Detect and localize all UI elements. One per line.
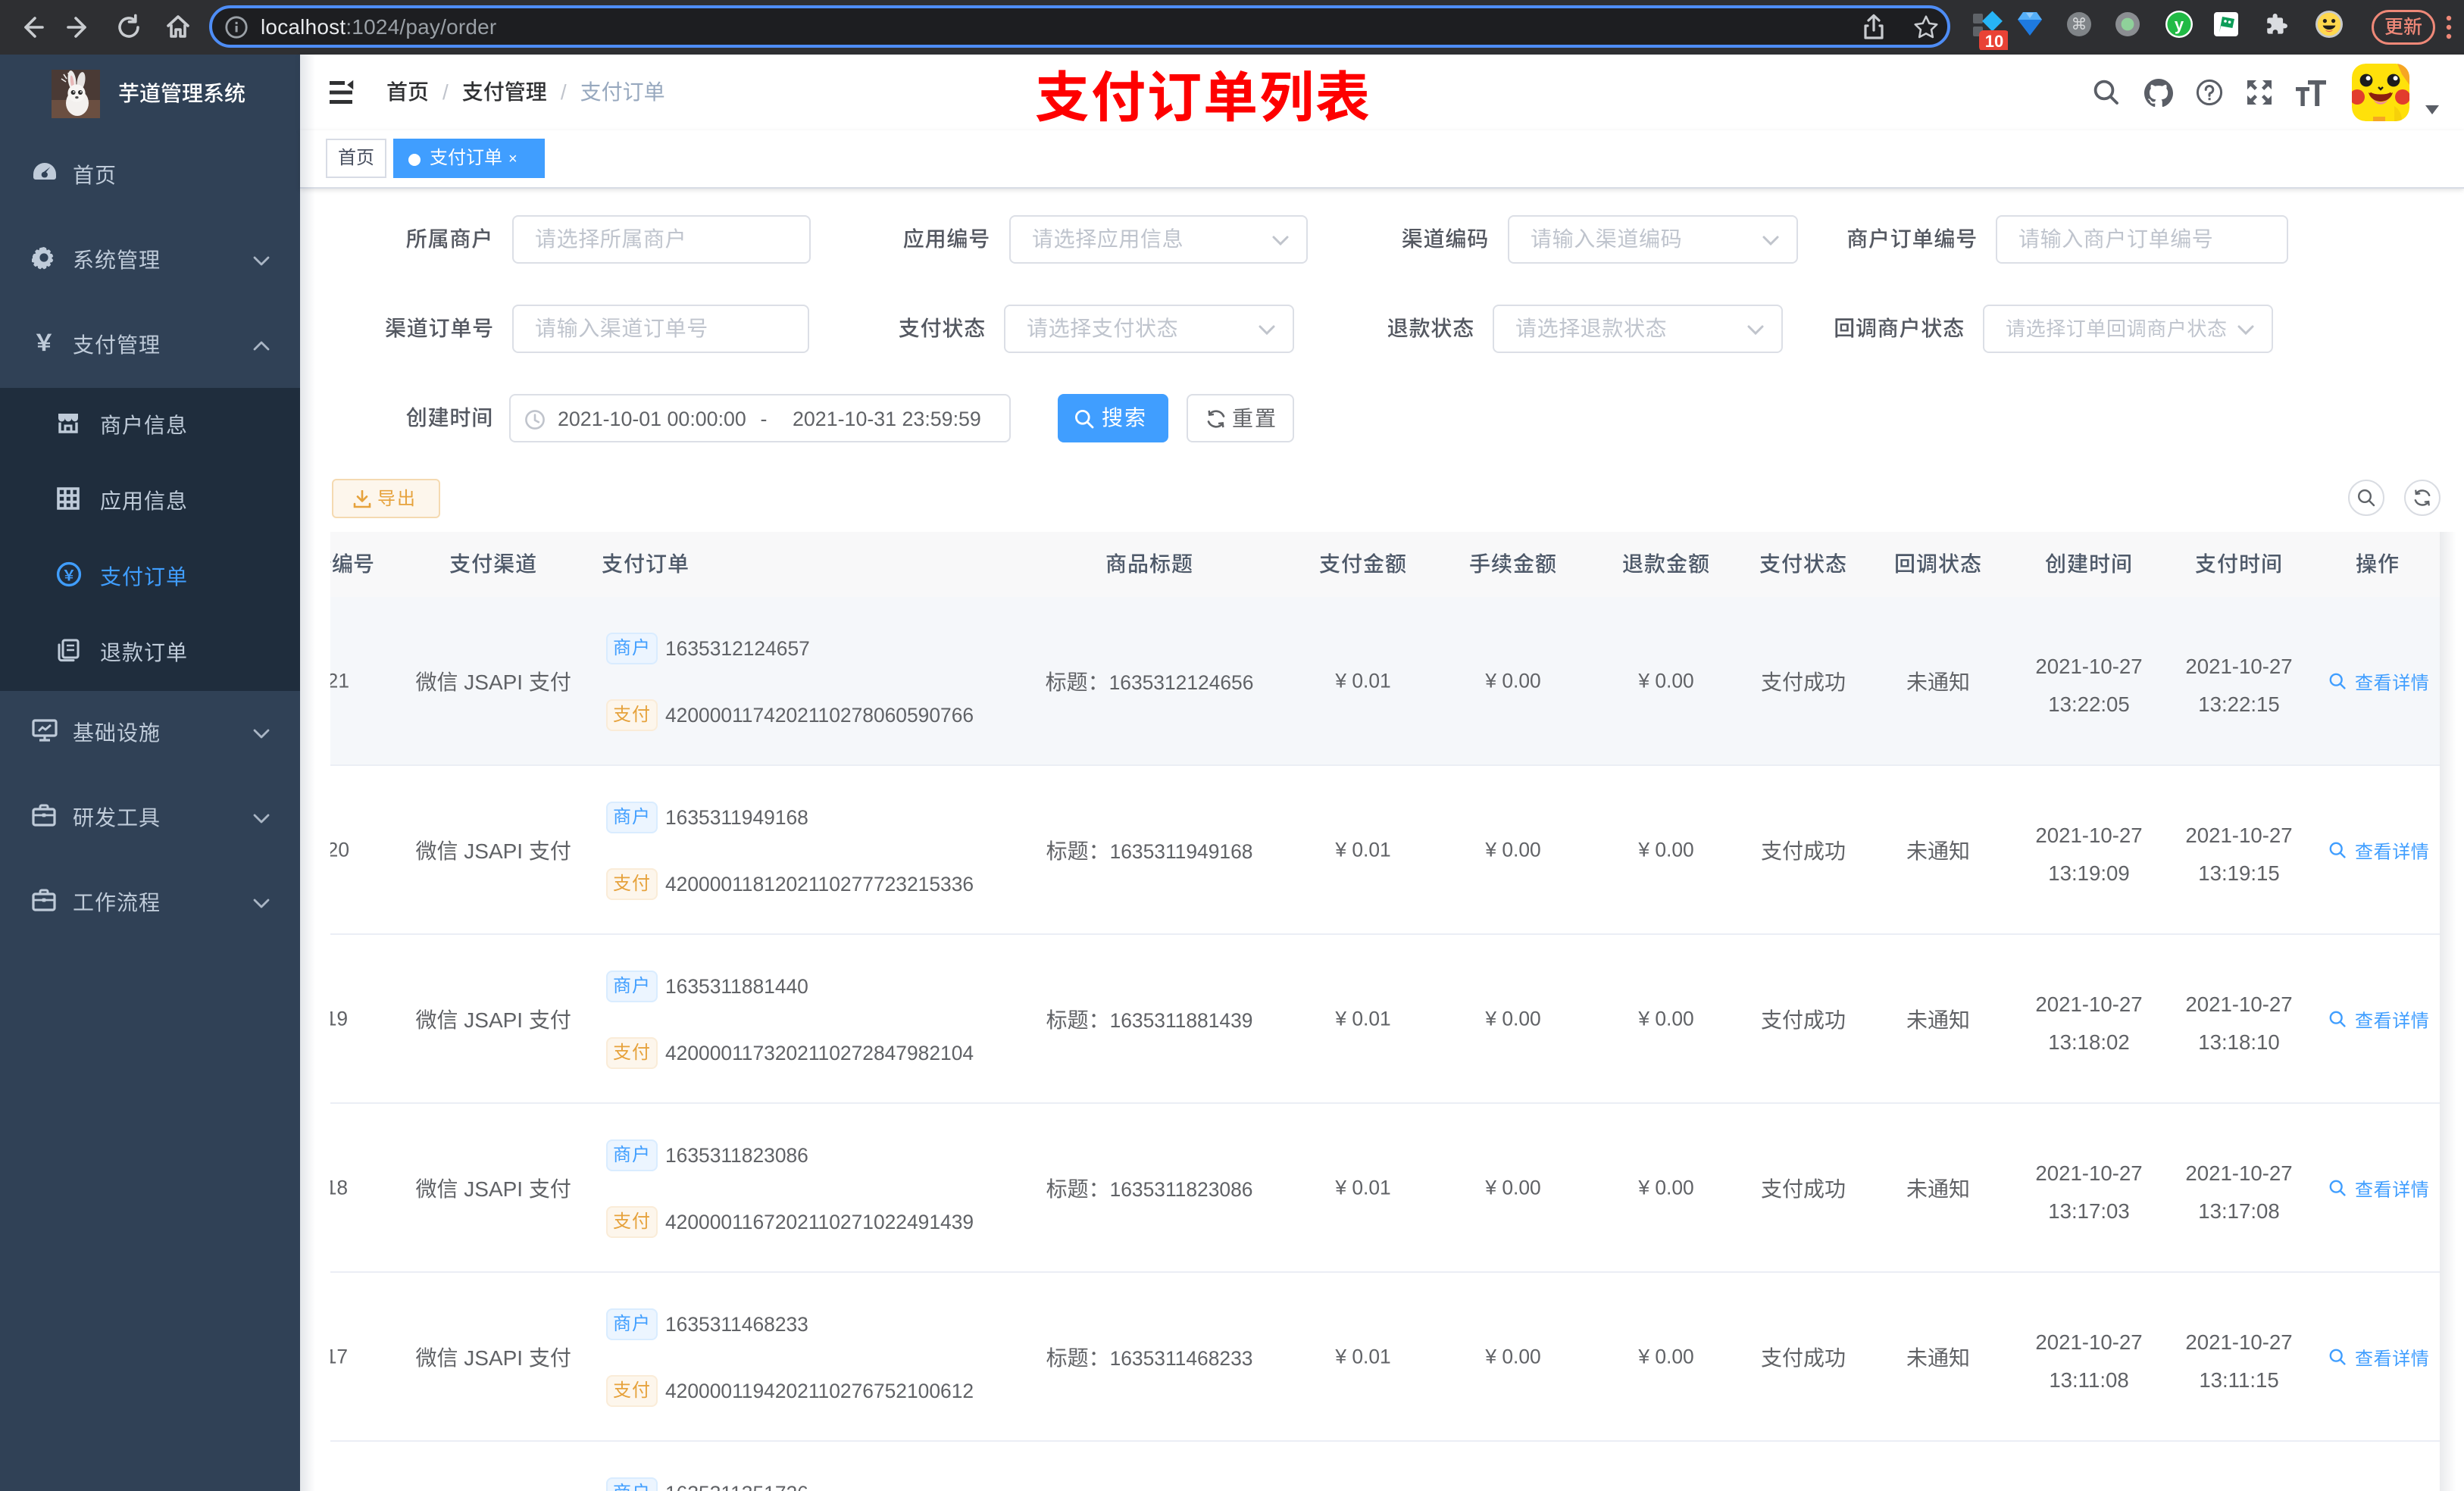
svg-text:￥: ￥	[61, 564, 76, 585]
svg-text:y: y	[2175, 15, 2184, 34]
svg-text:￥: ￥	[33, 330, 55, 355]
svg-text:10: 10	[1985, 32, 2003, 50]
svg-text:⌘: ⌘	[2072, 16, 2087, 33]
